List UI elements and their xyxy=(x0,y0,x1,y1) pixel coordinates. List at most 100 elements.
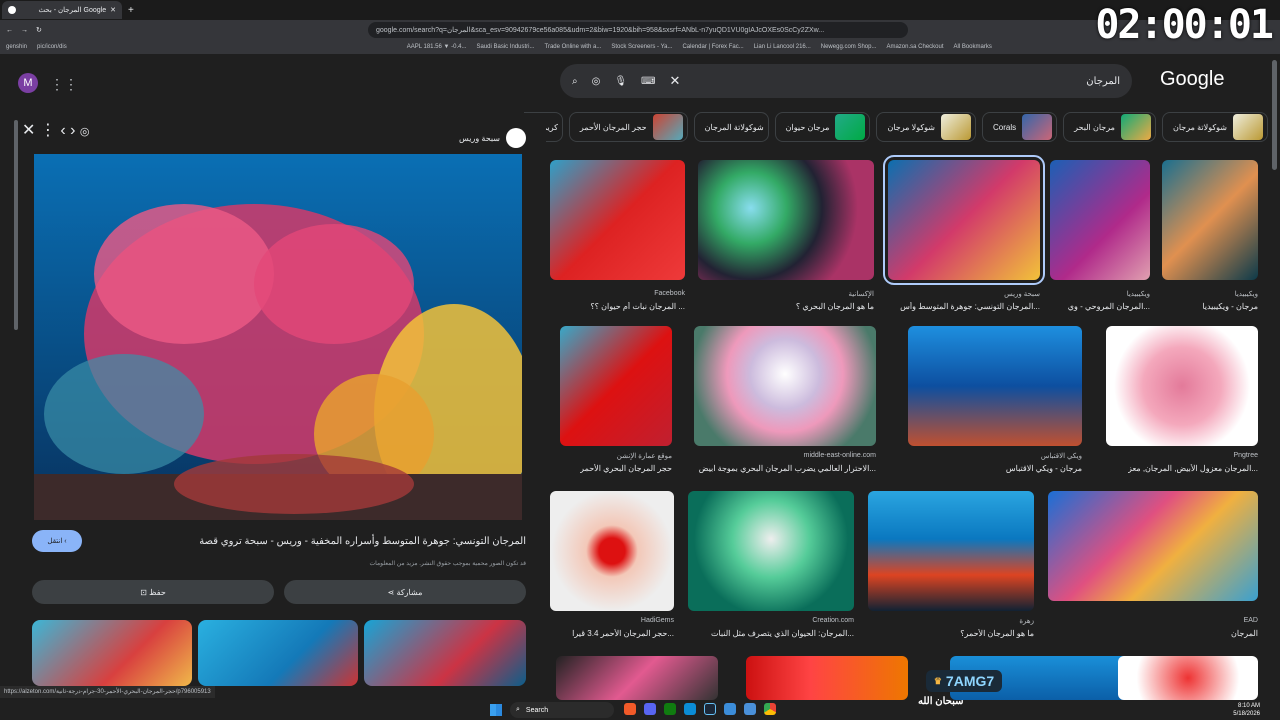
taskbar-clock[interactable]: 8:10 AM 5/18/2026 xyxy=(1233,702,1260,718)
result-card[interactable]: موقع عمارة الإنشن حجر المرجان البحري الأ… xyxy=(560,326,672,476)
close-icon[interactable]: ✕ xyxy=(22,122,35,139)
save-button[interactable]: ⊡ حفظ xyxy=(32,580,274,604)
taskbar-search[interactable]: ⌕ Search xyxy=(510,702,614,718)
search-icon[interactable]: ⌕ xyxy=(572,76,578,87)
chip[interactable]: شوكولا مرجان xyxy=(876,112,976,142)
bookmark-item[interactable]: Saudi Basic Industri... xyxy=(476,44,534,50)
close-tab-icon[interactable]: ✕ xyxy=(110,6,116,14)
result-caption: المرجان معزول الأبيض, المرجان, معز... xyxy=(1128,464,1258,473)
bookmark-item[interactable]: Lian Li Lancool 216... xyxy=(754,44,811,50)
result-card[interactable]: EAD المرجان xyxy=(1048,491,1258,641)
address-bar[interactable]: google.com/search?q=المرجان&sca_esv=9094… xyxy=(368,22,908,38)
chip-label: مرجان البحر xyxy=(1074,122,1115,132)
xbox-icon[interactable] xyxy=(664,703,676,715)
steam-icon[interactable] xyxy=(704,703,716,715)
result-card[interactable]: Facebook المرجان نبات أم حيوان ؟؟ ... xyxy=(550,160,685,311)
result-thumbnail[interactable] xyxy=(550,491,674,611)
brave-icon[interactable] xyxy=(624,703,636,715)
windows-start-icon[interactable] xyxy=(490,704,502,716)
result-thumbnail[interactable] xyxy=(1048,491,1258,601)
bookmark-item[interactable]: Trade Online with a... xyxy=(545,44,602,50)
bookmark-item[interactable]: Calendar | Forex Fac... xyxy=(682,44,743,50)
result-source: سبحة وريس xyxy=(1004,291,1040,298)
clear-icon[interactable]: ✕ xyxy=(669,73,680,89)
chip[interactable]: Corals xyxy=(981,112,1058,142)
result-thumbnail[interactable] xyxy=(1162,160,1258,280)
result-thumbnail[interactable] xyxy=(550,160,685,280)
edge-icon[interactable] xyxy=(684,703,696,715)
result-source: ويكيبيديا xyxy=(1234,291,1258,298)
result-thumbnail[interactable] xyxy=(556,656,718,700)
visit-button[interactable]: انتقل ‹ xyxy=(32,530,82,552)
result-card[interactable]: Creation.com المرجان: الحيوان الذي يتصرف… xyxy=(688,491,854,641)
shield-icon[interactable] xyxy=(744,703,756,715)
copyright-note[interactable]: قد تكون الصور محمية بموجب حقوق النشر. مز… xyxy=(369,560,526,567)
bookmark-item[interactable]: Newegg.com Shop... xyxy=(821,44,877,50)
lens-search-icon[interactable]: ◎ xyxy=(80,126,90,138)
result-card[interactable]: HadiGems حجر المرجان الأحمر 3.4 قيرا... xyxy=(550,491,674,641)
result-card[interactable]: ويكيبيديا مرجان - ويكيبيديا xyxy=(1162,160,1258,311)
result-thumbnail[interactable] xyxy=(698,160,874,280)
stream-timer: 02:00:01 xyxy=(1095,2,1274,48)
avatar[interactable]: M xyxy=(18,73,38,93)
result-thumbnail[interactable] xyxy=(746,656,908,700)
preview-scrollbar[interactable] xyxy=(14,120,18,330)
bookmark-item[interactable]: Amazon.sa Checkout xyxy=(886,44,943,50)
related-image[interactable] xyxy=(198,620,358,686)
back-icon[interactable]: ← xyxy=(6,27,13,34)
preview-source[interactable]: سبحة وريس xyxy=(459,128,526,148)
result-thumbnail[interactable] xyxy=(908,326,1082,446)
search-input[interactable]: المرجان xyxy=(694,76,1120,87)
forward-icon[interactable]: → xyxy=(21,27,28,34)
chip[interactable]: شوكولاتة المرجان xyxy=(693,112,769,142)
result-card[interactable] xyxy=(556,656,718,700)
related-image[interactable] xyxy=(364,620,526,686)
result-thumbnail[interactable] xyxy=(694,326,876,446)
keyboard-icon[interactable]: ⌨ xyxy=(641,76,655,87)
result-thumbnail[interactable] xyxy=(560,326,672,446)
lens-icon[interactable]: ◎ xyxy=(592,76,601,87)
bookmark-item[interactable]: Stock Screeners - Ya... xyxy=(611,44,672,50)
chevron-left-icon[interactable]: ‹ xyxy=(60,122,65,139)
chip[interactable]: حجر المرجان الأحمر xyxy=(568,112,688,142)
result-card[interactable]: الإكسانية ما هو المرجان البحري ؟ xyxy=(698,160,874,311)
result-card[interactable]: زهرة ما هو المرجان الأحمر؟ xyxy=(868,491,1034,641)
bookmark-item[interactable]: genshin xyxy=(6,44,27,50)
vpn-icon[interactable] xyxy=(724,703,736,715)
result-card[interactable] xyxy=(746,656,908,700)
result-thumbnail[interactable] xyxy=(868,491,1034,611)
bookmark-item[interactable]: All Bookmarks xyxy=(954,44,992,50)
result-thumbnail[interactable] xyxy=(688,491,854,611)
result-card[interactable] xyxy=(1118,656,1258,700)
chip[interactable]: شوكولاتة مرجان xyxy=(1161,112,1268,142)
result-card[interactable]: ويكيبيديا المرجان المروحي - وي... xyxy=(1050,160,1150,311)
preview-image[interactable] xyxy=(34,154,522,520)
chevron-right-icon[interactable]: › xyxy=(70,122,75,139)
result-card[interactable]: ويكي الاقتباس مرجان - ويكي الاقتباس xyxy=(908,326,1082,476)
page-scrollbar[interactable] xyxy=(1272,60,1277,170)
new-tab-icon[interactable]: + xyxy=(128,5,134,16)
mic-icon[interactable]: 🎙 xyxy=(614,76,627,87)
reload-icon[interactable]: ↻ xyxy=(36,26,42,34)
bookmark-item[interactable]: pic/icon/dis xyxy=(37,44,67,50)
result-card[interactable]: middle-east-online.com الاحترار العالمي … xyxy=(694,326,876,476)
browser-tab[interactable]: المرجان - بحث Google ✕ xyxy=(2,1,122,19)
result-thumbnail[interactable] xyxy=(1106,326,1258,446)
chrome-icon[interactable] xyxy=(764,703,776,715)
discord-icon[interactable] xyxy=(644,703,656,715)
chip[interactable]: مرجان حيوان xyxy=(774,112,871,142)
result-card-selected[interactable]: سبحة وريس المرجان التونسي: جوهرة المتوسط… xyxy=(883,155,1045,311)
preview-title[interactable]: المرجان التونسي: جوهرة المتوسط وأسراره ا… xyxy=(199,536,526,547)
more-options-icon[interactable]: ⋮ xyxy=(40,122,56,139)
result-thumbnail[interactable] xyxy=(1118,656,1258,700)
result-thumbnail[interactable] xyxy=(1050,160,1150,280)
share-button[interactable]: ⋖ مشاركة xyxy=(284,580,526,604)
google-logo[interactable]: Google xyxy=(1160,68,1225,91)
chip[interactable]: مرجان البحر xyxy=(1063,112,1156,142)
related-image[interactable] xyxy=(32,620,192,686)
result-thumbnail[interactable] xyxy=(883,155,1045,285)
bookmark-item[interactable]: AAPL 181.56 ▼ -0.4... xyxy=(407,44,467,50)
apps-grid-icon[interactable]: ⋮⋮ xyxy=(50,76,78,93)
result-card[interactable]: Pngtree المرجان معزول الأبيض, المرجان, م… xyxy=(1106,326,1258,476)
search-box[interactable]: ⌕ ◎ 🎙 ⌨ ✕ المرجان xyxy=(560,64,1132,98)
